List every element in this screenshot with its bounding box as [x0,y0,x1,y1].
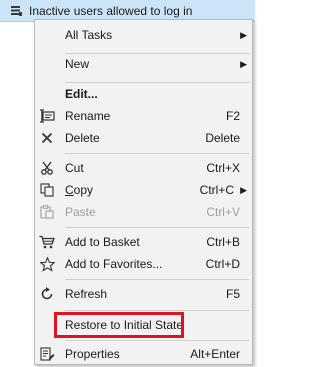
menu-item-all-tasks[interactable]: All Tasks ▶ [35,24,252,46]
menu-item-label: Cut [65,161,84,175]
selected-item-label: Inactive users allowed to log in [29,3,193,18]
menu-item-refresh[interactable]: Refresh F5 [35,283,252,305]
menu-separator [65,227,249,228]
basket-icon [38,233,56,251]
submenu-arrow-icon: ▶ [240,184,247,195]
menu-separator [65,279,249,280]
menu-item-cut[interactable]: Cut Ctrl+X [35,157,252,179]
menu-item-shortcut: Ctrl+B [206,235,240,249]
rename-icon [38,107,56,125]
refresh-icon [38,285,56,303]
menu-item-copy[interactable]: Copy Ctrl+C ▶ [35,179,252,201]
menu-item-shortcut: Ctrl+D [205,257,240,271]
paste-icon [38,203,56,221]
annotation-highlight-box [54,312,184,338]
menu-item-shortcut: Ctrl+X [206,161,240,175]
menu-item-shortcut: Delete [205,131,240,145]
menu-item-shortcut: Ctrl+V [206,205,240,219]
menu-item-add-to-basket[interactable]: Add to Basket Ctrl+B [35,231,252,253]
menu-item-add-to-favorites[interactable]: Add to Favorites... Ctrl+D [35,253,252,275]
copy-icon [38,181,56,199]
delete-x-icon [38,129,56,147]
submenu-arrow-icon: ▶ [240,29,247,40]
star-icon [38,255,56,273]
copy-mnemonic: C [65,183,74,197]
submenu-arrow-icon: ▶ [240,58,247,69]
menu-item-edit[interactable]: Edit... [35,83,252,105]
menu-item-shortcut: F5 [225,287,240,301]
menu-separator [65,340,249,341]
menu-item-label: Properties [65,347,120,361]
copy-label-rest: opy [73,183,94,197]
menu-item-label: All Tasks [65,28,113,42]
server-list-icon [9,4,23,18]
menu-item-shortcut: Alt+Enter [190,347,240,361]
menu-item-label: Delete [65,131,100,145]
properties-icon [38,345,56,363]
menu-item-shortcut: Ctrl+C [199,183,234,197]
menu-item-label: Refresh [65,287,108,301]
menu-item-label: Add to Favorites... [65,257,163,271]
menu-item-label: Add to Basket [65,235,140,249]
menu-item-shortcut: F2 [225,109,240,123]
menu-item-paste: Paste Ctrl+V [35,201,252,223]
menu-item-properties[interactable]: Properties Alt+Enter [35,343,252,365]
scissors-icon [38,159,56,177]
menu-item-new[interactable]: New ▶ [35,53,252,75]
menu-item-delete[interactable]: Delete Delete [35,127,252,149]
menu-separator [65,310,249,311]
menu-item-label: Rename [65,109,111,123]
menu-item-rename[interactable]: Rename F2 [35,105,252,127]
menu-item-label: Edit... [65,87,98,101]
menu-item-label: New [65,57,90,71]
menu-item-label: Copy [65,183,93,197]
menu-separator [65,153,249,154]
menu-item-label: Paste [65,205,96,219]
